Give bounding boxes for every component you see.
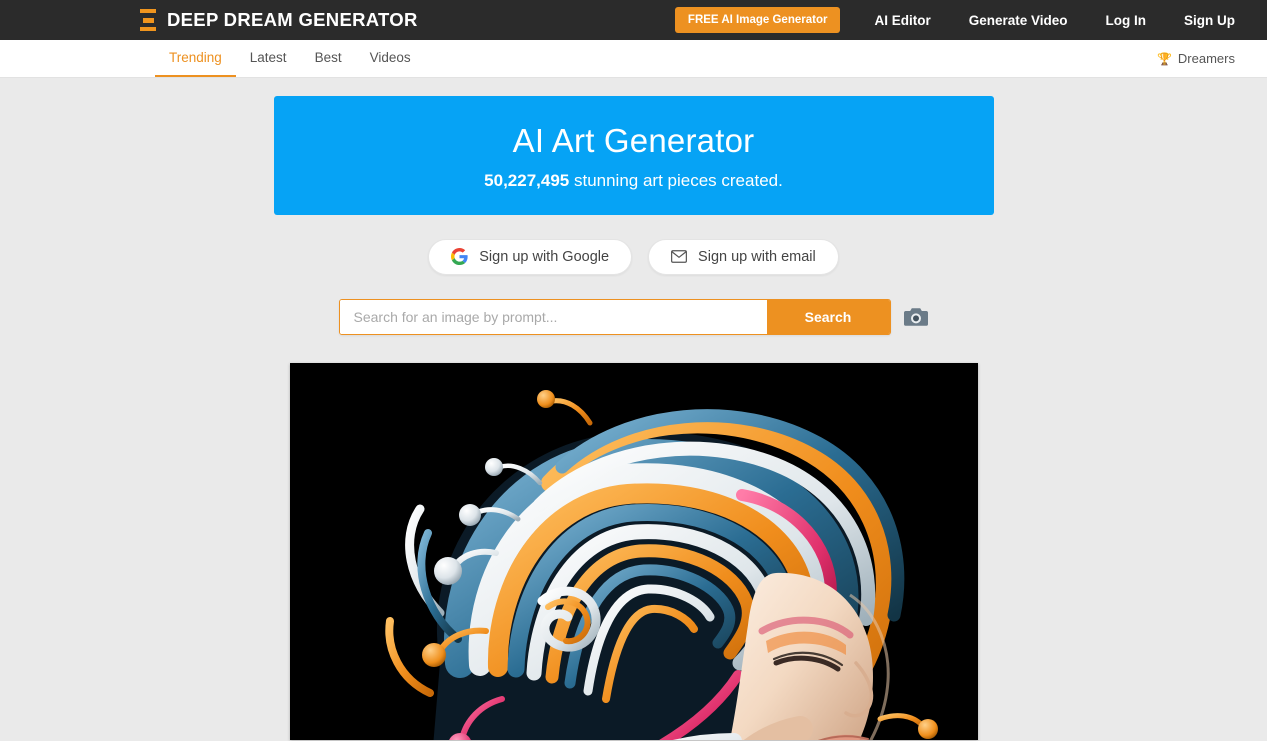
nav-sign-up[interactable]: Sign Up (1184, 13, 1235, 28)
email-button-label: Sign up with email (698, 248, 816, 265)
search-bar: Search (338, 298, 891, 335)
search-button[interactable]: Search (766, 299, 890, 334)
hero-banner: AI Art Generator 50,227,495 stunning art… (273, 96, 994, 215)
dreamers-label: Dreamers (1177, 51, 1235, 66)
featured-artwork[interactable] (289, 362, 978, 740)
tab-trending[interactable]: Trending (155, 40, 236, 77)
camera-icon (903, 308, 928, 326)
hourglass-icon (140, 9, 156, 31)
art-count-line: 50,227,495 stunning art pieces created. (274, 171, 994, 191)
sign-up-with-google-button[interactable]: Sign up with Google (428, 238, 633, 275)
tab-videos[interactable]: Videos (356, 40, 425, 77)
google-button-label: Sign up with Google (479, 248, 610, 265)
google-g-icon (451, 248, 468, 266)
nav-generate-video[interactable]: Generate Video (969, 13, 1068, 28)
brand-logo-link[interactable]: DEEP DREAM GENERATOR (140, 9, 418, 31)
tab-latest[interactable]: Latest (236, 40, 301, 77)
dreamers-link[interactable]: 🏆 Dreamers (1157, 40, 1235, 77)
art-count: 50,227,495 (484, 170, 570, 190)
primary-nav: FREE AI Image Generator AI Editor Genera… (674, 7, 1235, 33)
search-input[interactable] (339, 299, 767, 334)
envelope-icon (671, 250, 688, 264)
subnav-tabs: Trending Latest Best Videos (155, 40, 425, 77)
free-ai-image-generator-button[interactable]: FREE AI Image Generator (674, 7, 841, 33)
trophy-icon: 🏆 (1156, 51, 1172, 66)
search-row: Search (338, 298, 929, 335)
nav-ai-editor[interactable]: AI Editor (874, 13, 930, 28)
signup-buttons: Sign up with Google Sign up with email (428, 238, 839, 275)
page-title: AI Art Generator (512, 122, 755, 159)
sign-up-with-email-button[interactable]: Sign up with email (648, 238, 839, 275)
art-count-suffix: stunning art pieces created. (569, 170, 783, 190)
top-header: DEEP DREAM GENERATOR FREE AI Image Gener… (0, 0, 1267, 40)
main-content: AI Art Generator 50,227,495 stunning art… (0, 78, 1267, 740)
artwork-image (289, 362, 978, 740)
brand-name: DEEP DREAM GENERATOR (167, 9, 418, 30)
tab-best[interactable]: Best (301, 40, 356, 77)
secondary-nav: Trending Latest Best Videos 🏆 Dreamers (0, 40, 1267, 78)
nav-log-in[interactable]: Log In (1106, 13, 1147, 28)
camera-search-button[interactable] (903, 306, 929, 328)
